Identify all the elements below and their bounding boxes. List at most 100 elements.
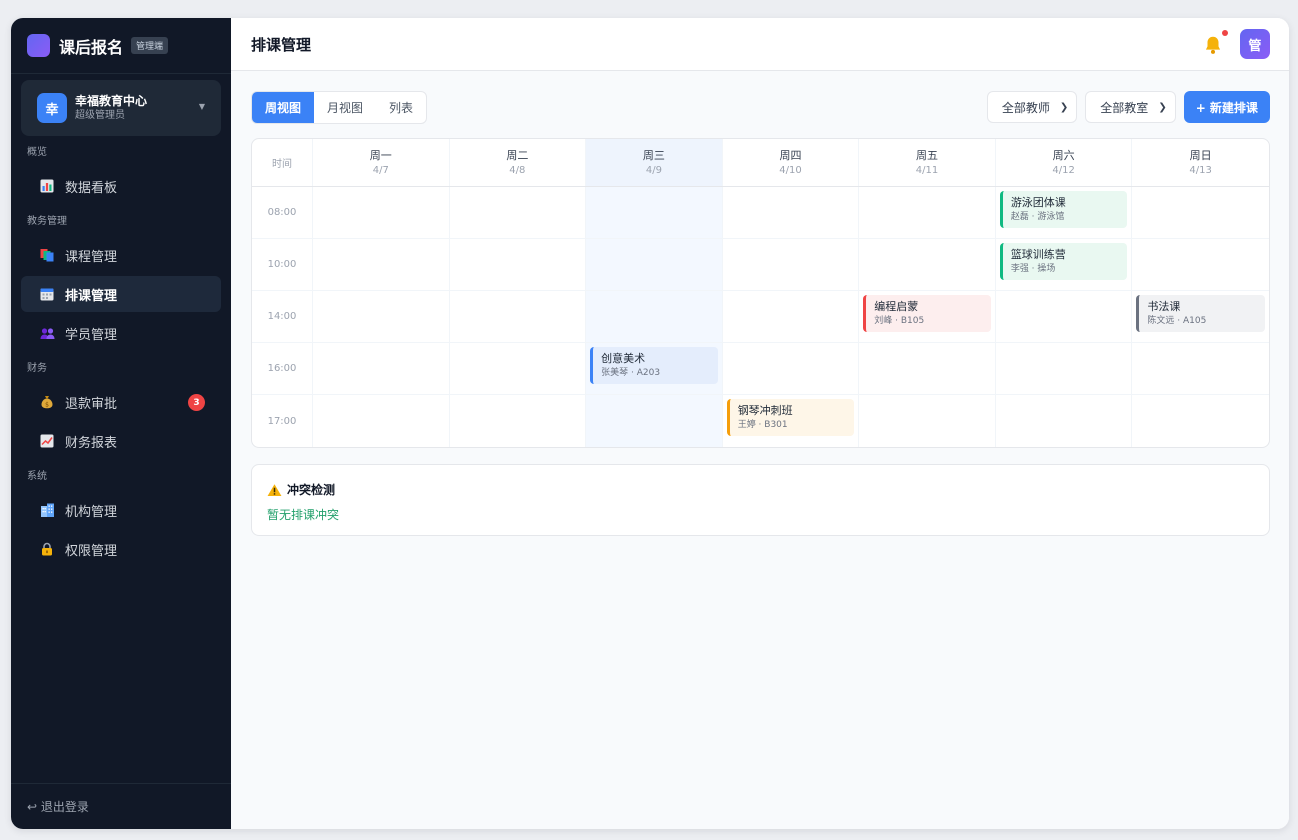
sidebar-item-courses[interactable]: 课程管理	[21, 237, 221, 273]
conflict-title: 冲突检测	[287, 483, 336, 497]
day-header: 周日 4/13	[1132, 139, 1269, 186]
calendar-cell[interactable]	[723, 239, 860, 290]
calendar-cell[interactable]	[586, 291, 723, 342]
time-slot-row: 17:00 钢琴冲刺班 王婷 · B301	[252, 395, 1269, 447]
schedule-event[interactable]: 创意美术 张美琴 · A203	[590, 347, 718, 384]
calendar-cell[interactable]	[313, 343, 450, 394]
calendar-cell[interactable]	[1132, 395, 1269, 447]
calendar-cell[interactable]: 钢琴冲刺班 王婷 · B301	[723, 395, 860, 447]
calendar-cell[interactable]	[313, 291, 450, 342]
week-calendar: 时间 周一 4/7 周二 4/8 周三 4/9 周四 4/10 周五 4/11 周六 4/12 周日 4/1…	[251, 138, 1270, 448]
calendar-cell[interactable]	[586, 395, 723, 447]
tab-list-view[interactable]: 列表	[376, 92, 426, 123]
day-header: 周二 4/8	[450, 139, 587, 186]
sidebar-item-label: 数据看板	[65, 180, 118, 196]
logout-link[interactable]: ↩ 退出登录	[11, 783, 231, 829]
lock-icon	[39, 541, 55, 557]
event-meta: 张美琴 · A203	[601, 368, 661, 378]
day-date: 4/7	[372, 164, 389, 176]
calendar-cell[interactable]: 书法课 陈文远 · A105	[1132, 291, 1269, 342]
schedule-event[interactable]: 游泳团体课 赵磊 · 游泳馆	[999, 191, 1128, 228]
time-slot-row: 10:00 篮球训练营 李强 · 操场	[252, 239, 1269, 291]
calendar-cell[interactable]	[586, 239, 723, 290]
warning-icon	[267, 483, 282, 496]
schedule-event[interactable]: 编程启蒙 刘峰 · B105	[863, 295, 991, 332]
sidebar-item-label: 课程管理	[65, 249, 118, 265]
bell-icon[interactable]	[1202, 34, 1224, 56]
room-select[interactable]: 全部教室 ❯	[1085, 91, 1176, 123]
calendar-cell[interactable]	[996, 291, 1133, 342]
calendar-cell[interactable]	[996, 343, 1133, 394]
tab-month-view[interactable]: 月视图	[314, 92, 376, 123]
user-avatar[interactable]: 管	[1239, 29, 1270, 59]
event-meta: 刘峰 · B105	[874, 316, 925, 326]
sidebar-item-label: 排课管理	[65, 288, 118, 304]
org-switcher[interactable]: 幸 幸福教育中心 超级管理员 ▼	[21, 80, 221, 136]
calendar-cell[interactable]	[996, 395, 1133, 447]
calendar-cell[interactable]: 创意美术 张美琴 · A203	[586, 343, 723, 394]
day-name: 周五	[916, 148, 939, 162]
calendar-cell[interactable]	[723, 291, 860, 342]
calendar-cell[interactable]	[1132, 343, 1269, 394]
calendar-cell[interactable]: 游泳团体课 赵磊 · 游泳馆	[996, 187, 1133, 238]
tab-week-view[interactable]: 周视图	[252, 92, 315, 123]
calendar-cell[interactable]	[450, 239, 587, 290]
calendar-cell[interactable]	[859, 395, 996, 447]
calendar-cell[interactable]: 篮球训练营 李强 · 操场	[996, 239, 1133, 290]
chevron-down-icon: ❯	[1059, 101, 1069, 113]
notification-dot	[1221, 30, 1228, 36]
slot-time-label: 10:00	[252, 239, 313, 290]
sidebar-item-refund[interactable]: $ 退款审批 3	[21, 384, 221, 420]
brand-logo-icon	[27, 34, 50, 57]
calendar-cell[interactable]	[313, 187, 450, 238]
day-date: 4/8	[509, 164, 526, 176]
calendar-cell[interactable]	[859, 343, 996, 394]
sidebar-item-reports[interactable]: 财务报表	[21, 423, 221, 459]
calendar-icon	[39, 286, 55, 302]
day-date: 4/11	[915, 164, 939, 176]
view-switcher: 周视图 月视图 列表	[251, 91, 428, 124]
svg-text:$: $	[45, 401, 49, 408]
calendar-cell[interactable]	[313, 395, 450, 447]
teacher-select-value: 全部教师	[1001, 100, 1050, 115]
schedule-event[interactable]: 钢琴冲刺班 王婷 · B301	[726, 399, 855, 436]
day-date: 4/10	[779, 164, 802, 176]
calendar-cell[interactable]	[313, 239, 450, 290]
sidebar-item-perms[interactable]: 权限管理	[21, 531, 221, 567]
nav-section-label: 概览	[27, 147, 47, 158]
day-name: 周四	[779, 148, 802, 162]
calendar-cell[interactable]: 编程启蒙 刘峰 · B105	[859, 291, 996, 342]
sidebar-item-label: 财务报表	[65, 435, 118, 451]
nav-section-label: 财务	[27, 363, 47, 374]
sidebar: 课后报名 管理端 幸 幸福教育中心 超级管理员 ▼ 概览 数据看板 教务管理 课程管理…	[11, 18, 231, 829]
schedule-event[interactable]: 篮球训练营 李强 · 操场	[999, 243, 1128, 280]
app-tag: 管理端	[131, 37, 169, 54]
day-header: 周六 4/12	[996, 139, 1133, 186]
room-select-value: 全部教室	[1100, 100, 1149, 115]
teacher-select[interactable]: 全部教师 ❯	[986, 91, 1078, 123]
building-icon	[39, 502, 55, 518]
calendar-cell[interactable]	[450, 395, 587, 447]
new-schedule-button[interactable]: + 新建排课	[1183, 91, 1270, 123]
calendar-cell[interactable]	[859, 239, 996, 290]
trend-icon	[39, 433, 55, 449]
conflict-status: 暂无排课冲突	[267, 508, 340, 522]
sidebar-item-orgs[interactable]: 机构管理	[21, 492, 221, 528]
sidebar-item-dashboard[interactable]: 数据看板	[21, 168, 221, 204]
calendar-cell[interactable]	[1132, 187, 1269, 238]
calendar-cell[interactable]	[586, 187, 723, 238]
schedule-event[interactable]: 书法课 陈文远 · A105	[1136, 295, 1265, 332]
event-title: 游泳团体课	[1010, 196, 1066, 209]
calendar-cell[interactable]	[723, 187, 860, 238]
conflict-panel: 冲突检测 暂无排课冲突	[251, 464, 1270, 536]
sidebar-item-schedule[interactable]: 排课管理	[21, 276, 221, 312]
nav-section-label: 教务管理	[27, 216, 67, 227]
calendar-cell[interactable]	[450, 187, 587, 238]
sidebar-item-students[interactable]: 学员管理	[21, 315, 221, 351]
calendar-cell[interactable]	[450, 291, 587, 342]
money-bag-icon: $	[39, 394, 55, 410]
calendar-cell[interactable]	[859, 187, 996, 238]
calendar-cell[interactable]	[723, 343, 860, 394]
calendar-cell[interactable]	[450, 343, 587, 394]
calendar-cell[interactable]	[1132, 239, 1269, 290]
